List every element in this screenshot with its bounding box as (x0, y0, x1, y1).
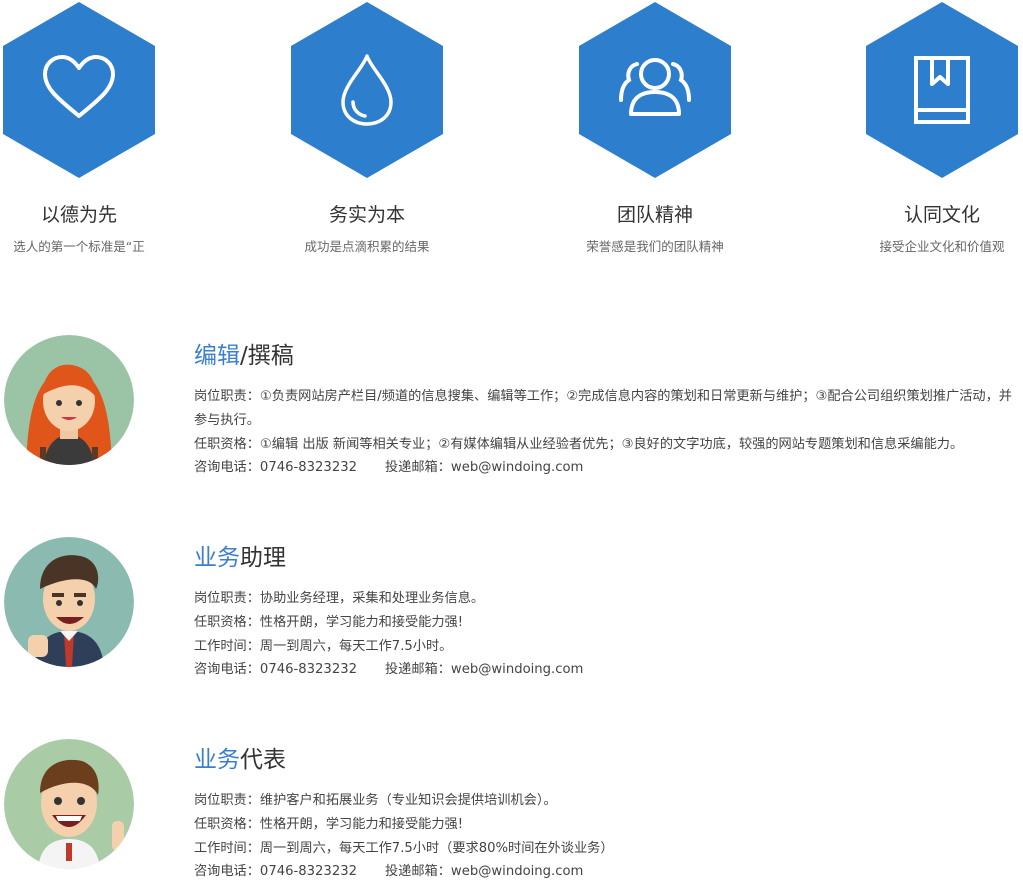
avatar (4, 537, 134, 667)
job-title-highlight: 编辑 (194, 343, 240, 369)
hexagon-badge (866, 2, 1018, 178)
hexagon-badge (291, 2, 443, 178)
job-title-highlight: 业务 (194, 545, 240, 571)
job-title: 业务助理 (194, 538, 286, 572)
contact-email: 投递邮箱：web@windoing.com (385, 460, 584, 476)
value-title: 认同文化 (903, 204, 980, 226)
job-contact: 咨询电话：0746-8323232 投递邮箱：web@windoing.com (194, 860, 1019, 884)
avatar (4, 739, 134, 869)
woman-avatar-icon (4, 335, 134, 465)
contact-email: 投递邮箱：web@windoing.com (385, 662, 584, 678)
job-details: 岗位职责：协助业务经理，采集和处理业务信息。 任职资格：性格开朗，学习能力和接受… (194, 587, 1019, 682)
job-details: 岗位职责：维护客户和拓展业务（专业知识会提供培训机会）。 任职资格：性格开朗，学… (194, 789, 1019, 884)
value-description: 选人的第一个标准是“正 (13, 239, 145, 254)
job-title: 业务代表 (194, 740, 286, 774)
contact-phone: 咨询电话：0746-8323232 (194, 662, 357, 678)
job-contact: 咨询电话：0746-8323232 投递邮箱：web@windoing.com (194, 456, 1019, 480)
job-listing-business-assistant: 业务助理 岗位职责：协助业务经理，采集和处理业务信息。 任职资格：性格开朗，学习… (0, 536, 1023, 677)
core-values-section: 以德为先 选人的第一个标准是“正 务实为本 成功是点滴积累的结果 团队精神 荣誉… (0, 0, 1023, 270)
job-line-requirements: 任职资格：性格开朗，学习能力和接受能力强! (194, 816, 464, 832)
contact-phone: 咨询电话：0746-8323232 (194, 864, 357, 880)
heart-icon (43, 55, 115, 118)
hexagon-badge (579, 2, 731, 178)
team-icon (619, 58, 691, 116)
job-details: 岗位职责：①负责网站房产栏目/频道的信息搜集、编辑等工作；②完成信息内容的策划和… (194, 385, 1019, 480)
job-line-duties: 岗位职责：①负责网站房产栏目/频道的信息搜集、编辑等工作；②完成信息内容的策划和… (194, 389, 1012, 428)
job-listing-editor: 编辑/撰稿 岗位职责：①负责网站房产栏目/频道的信息搜集、编辑等工作；②完成信息… (0, 334, 1023, 475)
value-description: 荣誉感是我们的团队精神 (586, 239, 724, 254)
job-line-requirements: 任职资格：①编辑 出版 新闻等相关专业；②有媒体编辑从业经验者优先；③良好的文字… (194, 436, 964, 452)
value-description: 成功是点滴积累的结果 (304, 239, 430, 254)
job-title: 编辑/撰稿 (194, 336, 294, 370)
contact-email: 投递邮箱：web@windoing.com (385, 864, 584, 880)
job-line-duties: 岗位职责：维护客户和拓展业务（专业知识会提供培训机会）。 (194, 793, 557, 808)
man-thumbs-up-avatar-icon (4, 537, 134, 667)
job-title-rest: 代表 (240, 747, 286, 773)
job-line-duties: 岗位职责：协助业务经理，采集和处理业务信息。 (194, 591, 485, 606)
value-title: 团队精神 (616, 204, 693, 226)
hexagon-badge (3, 2, 155, 178)
job-line-requirements: 任职资格：性格开朗，学习能力和接受能力强! (194, 614, 464, 630)
smiling-man-avatar-icon (4, 739, 134, 869)
job-line-hours: 工作时间：周一到周六，每天工作7.5小时。 (194, 638, 453, 654)
job-title-highlight: 业务 (194, 747, 240, 773)
job-contact: 咨询电话：0746-8323232 投递邮箱：web@windoing.com (194, 658, 1019, 682)
job-line-hours: 工作时间：周一到周六，每天工作7.5小时（要求80%时间在外谈业务） (194, 840, 614, 856)
value-title: 以德为先 (40, 204, 117, 226)
book-icon (914, 56, 970, 124)
avatar (4, 335, 134, 465)
value-title: 务实为本 (328, 204, 405, 226)
job-title-rest: /撰稿 (240, 343, 294, 369)
job-title-rest: 助理 (240, 545, 286, 571)
contact-phone: 咨询电话：0746-8323232 (194, 460, 357, 476)
value-description: 接受企业文化和价值观 (879, 239, 1005, 254)
job-listing-business-representative: 业务代表 岗位职责：维护客户和拓展业务（专业知识会提供培训机会）。 任职资格：性… (0, 738, 1023, 888)
water-drop-icon (341, 54, 393, 126)
